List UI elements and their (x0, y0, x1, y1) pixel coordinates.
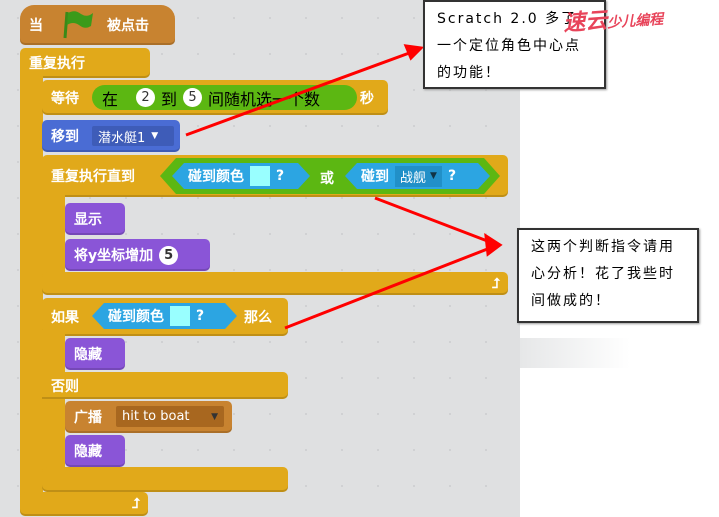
arrow-line (284, 246, 491, 330)
arrow-line (185, 50, 413, 137)
arrowhead (403, 44, 425, 61)
comment-note[interactable]: 这两个判断指令请用心分析！花了我些时间做成的！ (517, 228, 699, 323)
arrowhead (484, 233, 503, 257)
arrow-line (374, 196, 491, 244)
